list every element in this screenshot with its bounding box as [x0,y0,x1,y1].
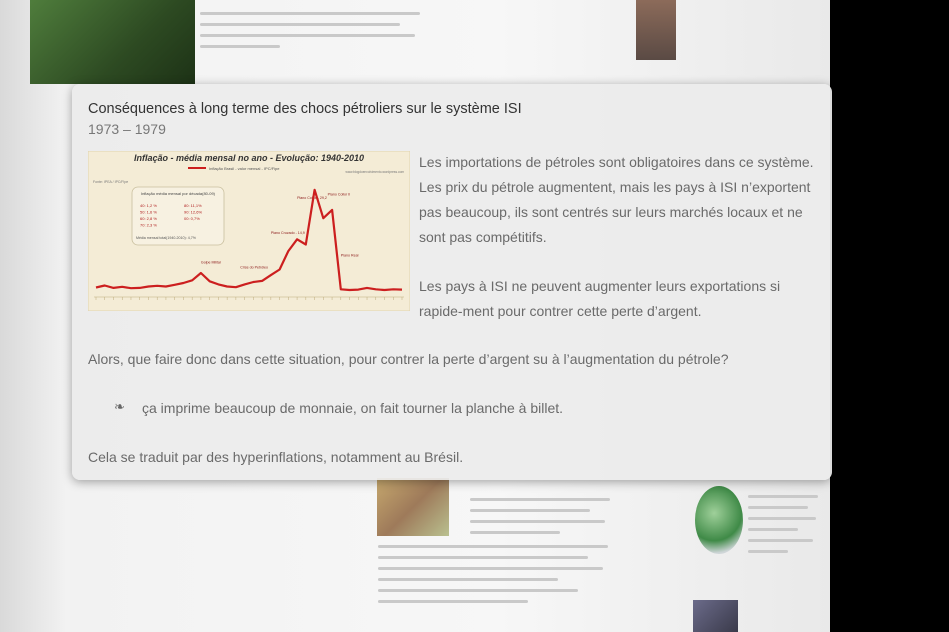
chart-box-row: 40: 1,2 % [140,203,157,208]
chart-legend: Inflação Brasil - valor mensal - IPC/Fip… [209,166,280,171]
background-text-block [378,545,618,611]
chart-annotation: Plano Real [341,253,359,257]
background-small-photo [693,600,738,632]
chart-fonte: Fonte: IPEA / IPC/Fipe [93,180,128,184]
chart-box-title: Inflação média mensal por década(80-09) [141,191,216,196]
chart-annotation: Golpe Militar [201,260,222,264]
chart-box-row: 80: 11,1% [184,203,202,208]
chart-source: www.blogdoenvolvimento.wordpress.com [346,170,405,174]
chart-box-row: 70: 2,3 % [140,223,157,228]
content-card: Conséquences à long terme des chocs pétr… [72,84,832,480]
paragraph-question: Alors, que faire donc dans cette situati… [88,351,729,367]
card-dates: 1973 – 1979 [88,121,166,137]
bullet-text: ça imprime beaucoup de monnaie, on fait … [142,400,564,416]
background-globe-image [695,486,743,554]
inflation-chart: Inflação - média mensal no ano - Evoluçã… [87,150,411,312]
chart-title: Inflação - média mensal no ano - Evoluçã… [134,153,364,163]
paragraph-exports: Les pays à ISI ne peuvent augmenter leur… [419,278,781,319]
chart-annotation: Plano Cruzado - 14,9 [271,231,305,235]
background-money-photo [377,478,449,536]
chart-box-row: 00: 0,7% [184,216,200,221]
background-text-block [470,498,620,542]
chart-box-row: 60: 2,8 % [140,216,157,221]
chart-box-row: 50: 1,6 % [140,210,157,215]
chart-annotation: Plano Collor II [328,193,351,197]
paragraph-imports: Les importations de pétroles sont obliga… [419,154,814,245]
chart-box-total: Média mensal total(1940-2010): 4,7% [136,236,197,240]
background-crowd-photo [636,0,676,60]
background-text-block [748,495,823,561]
chart-box-row: 90: 12,6% [184,210,202,215]
background-text-block [200,12,430,56]
inflation-chart-image: Inflação - média mensal no ano - Evoluçã… [87,150,411,312]
fleuron-icon: ❧ [114,399,125,414]
background-forest-photo [30,0,195,84]
paragraph-conclusion: Cela se traduit par des hyperinflations,… [88,449,464,465]
card-title: Conséquences à long terme des chocs pétr… [88,101,522,117]
chart-annotation: Crise do Petróleo [240,265,268,269]
